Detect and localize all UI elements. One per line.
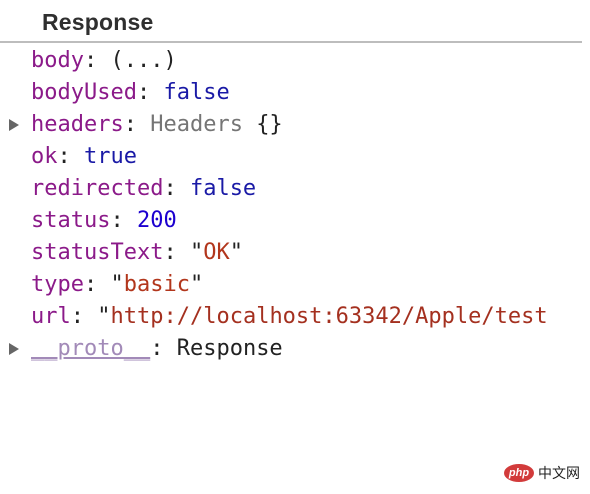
property-row-status: status: 200 [0, 205, 582, 237]
devtools-response-panel: Response body: (...) bodyUsed: false hea… [0, 0, 590, 494]
property-row-ok: ok: true [0, 141, 582, 173]
property-value: basic [123, 272, 190, 297]
expand-arrow-icon[interactable] [9, 119, 19, 131]
object-preview-braces [243, 112, 256, 137]
watermark-text: 中文网 [538, 466, 580, 482]
property-value: 200 [136, 208, 177, 233]
open-quote: " [189, 240, 204, 265]
colon: : [150, 336, 177, 361]
property-row-type: type: "basic" [0, 269, 582, 301]
panel-header: Response [0, 0, 582, 43]
colon: : [163, 176, 190, 201]
property-value: Response [176, 336, 283, 361]
property-list: body: (...) bodyUsed: false headers: Hea… [0, 45, 582, 365]
colon: : [136, 80, 164, 105]
property-key: __proto__ [31, 336, 151, 361]
property-key: body [31, 48, 84, 73]
colon: : [70, 304, 98, 329]
property-value: Headers [150, 112, 243, 137]
panel-title: Response [42, 9, 154, 35]
property-row-bodyused: bodyUsed: false [0, 77, 582, 109]
colon: : [110, 208, 137, 233]
property-key: status [31, 208, 111, 233]
property-row-redirected: redirected: false [0, 173, 582, 205]
expand-arrow-icon[interactable] [9, 343, 19, 355]
close-quote: " [189, 272, 204, 297]
colon: : [123, 112, 151, 137]
property-key: url [31, 304, 71, 329]
site-watermark: php 中文网 [504, 462, 580, 484]
property-key: statusText [31, 240, 164, 265]
colon: : [57, 144, 84, 169]
property-value[interactable]: (...) [110, 48, 176, 73]
open-quote: " [97, 304, 111, 329]
property-key: bodyUsed [31, 80, 137, 105]
property-value: false [163, 80, 230, 105]
property-value: OK [203, 240, 230, 265]
colon: : [83, 272, 111, 297]
property-row-statustext: statusText: "OK" [0, 237, 582, 269]
property-key: ok [31, 144, 58, 169]
property-value: false [189, 176, 257, 201]
property-key: type [31, 272, 84, 297]
property-row-url: url: "http://localhost:63342/Apple/test [0, 301, 582, 333]
property-row-headers[interactable]: headers: Headers {} [0, 109, 582, 141]
colon: : [163, 240, 190, 265]
property-value: true [84, 144, 137, 169]
close-quote: " [229, 240, 243, 265]
property-key: redirected [31, 176, 164, 201]
open-quote: " [110, 272, 124, 297]
colon: : [83, 48, 111, 73]
property-value[interactable]: http://localhost:63342/Apple/test [111, 304, 548, 329]
php-logo-icon: php [504, 464, 534, 482]
property-key: headers [31, 112, 124, 137]
object-preview: {} [256, 112, 283, 137]
property-row-proto[interactable]: __proto__: Response [0, 333, 582, 365]
property-row-body: body: (...) [0, 45, 582, 77]
